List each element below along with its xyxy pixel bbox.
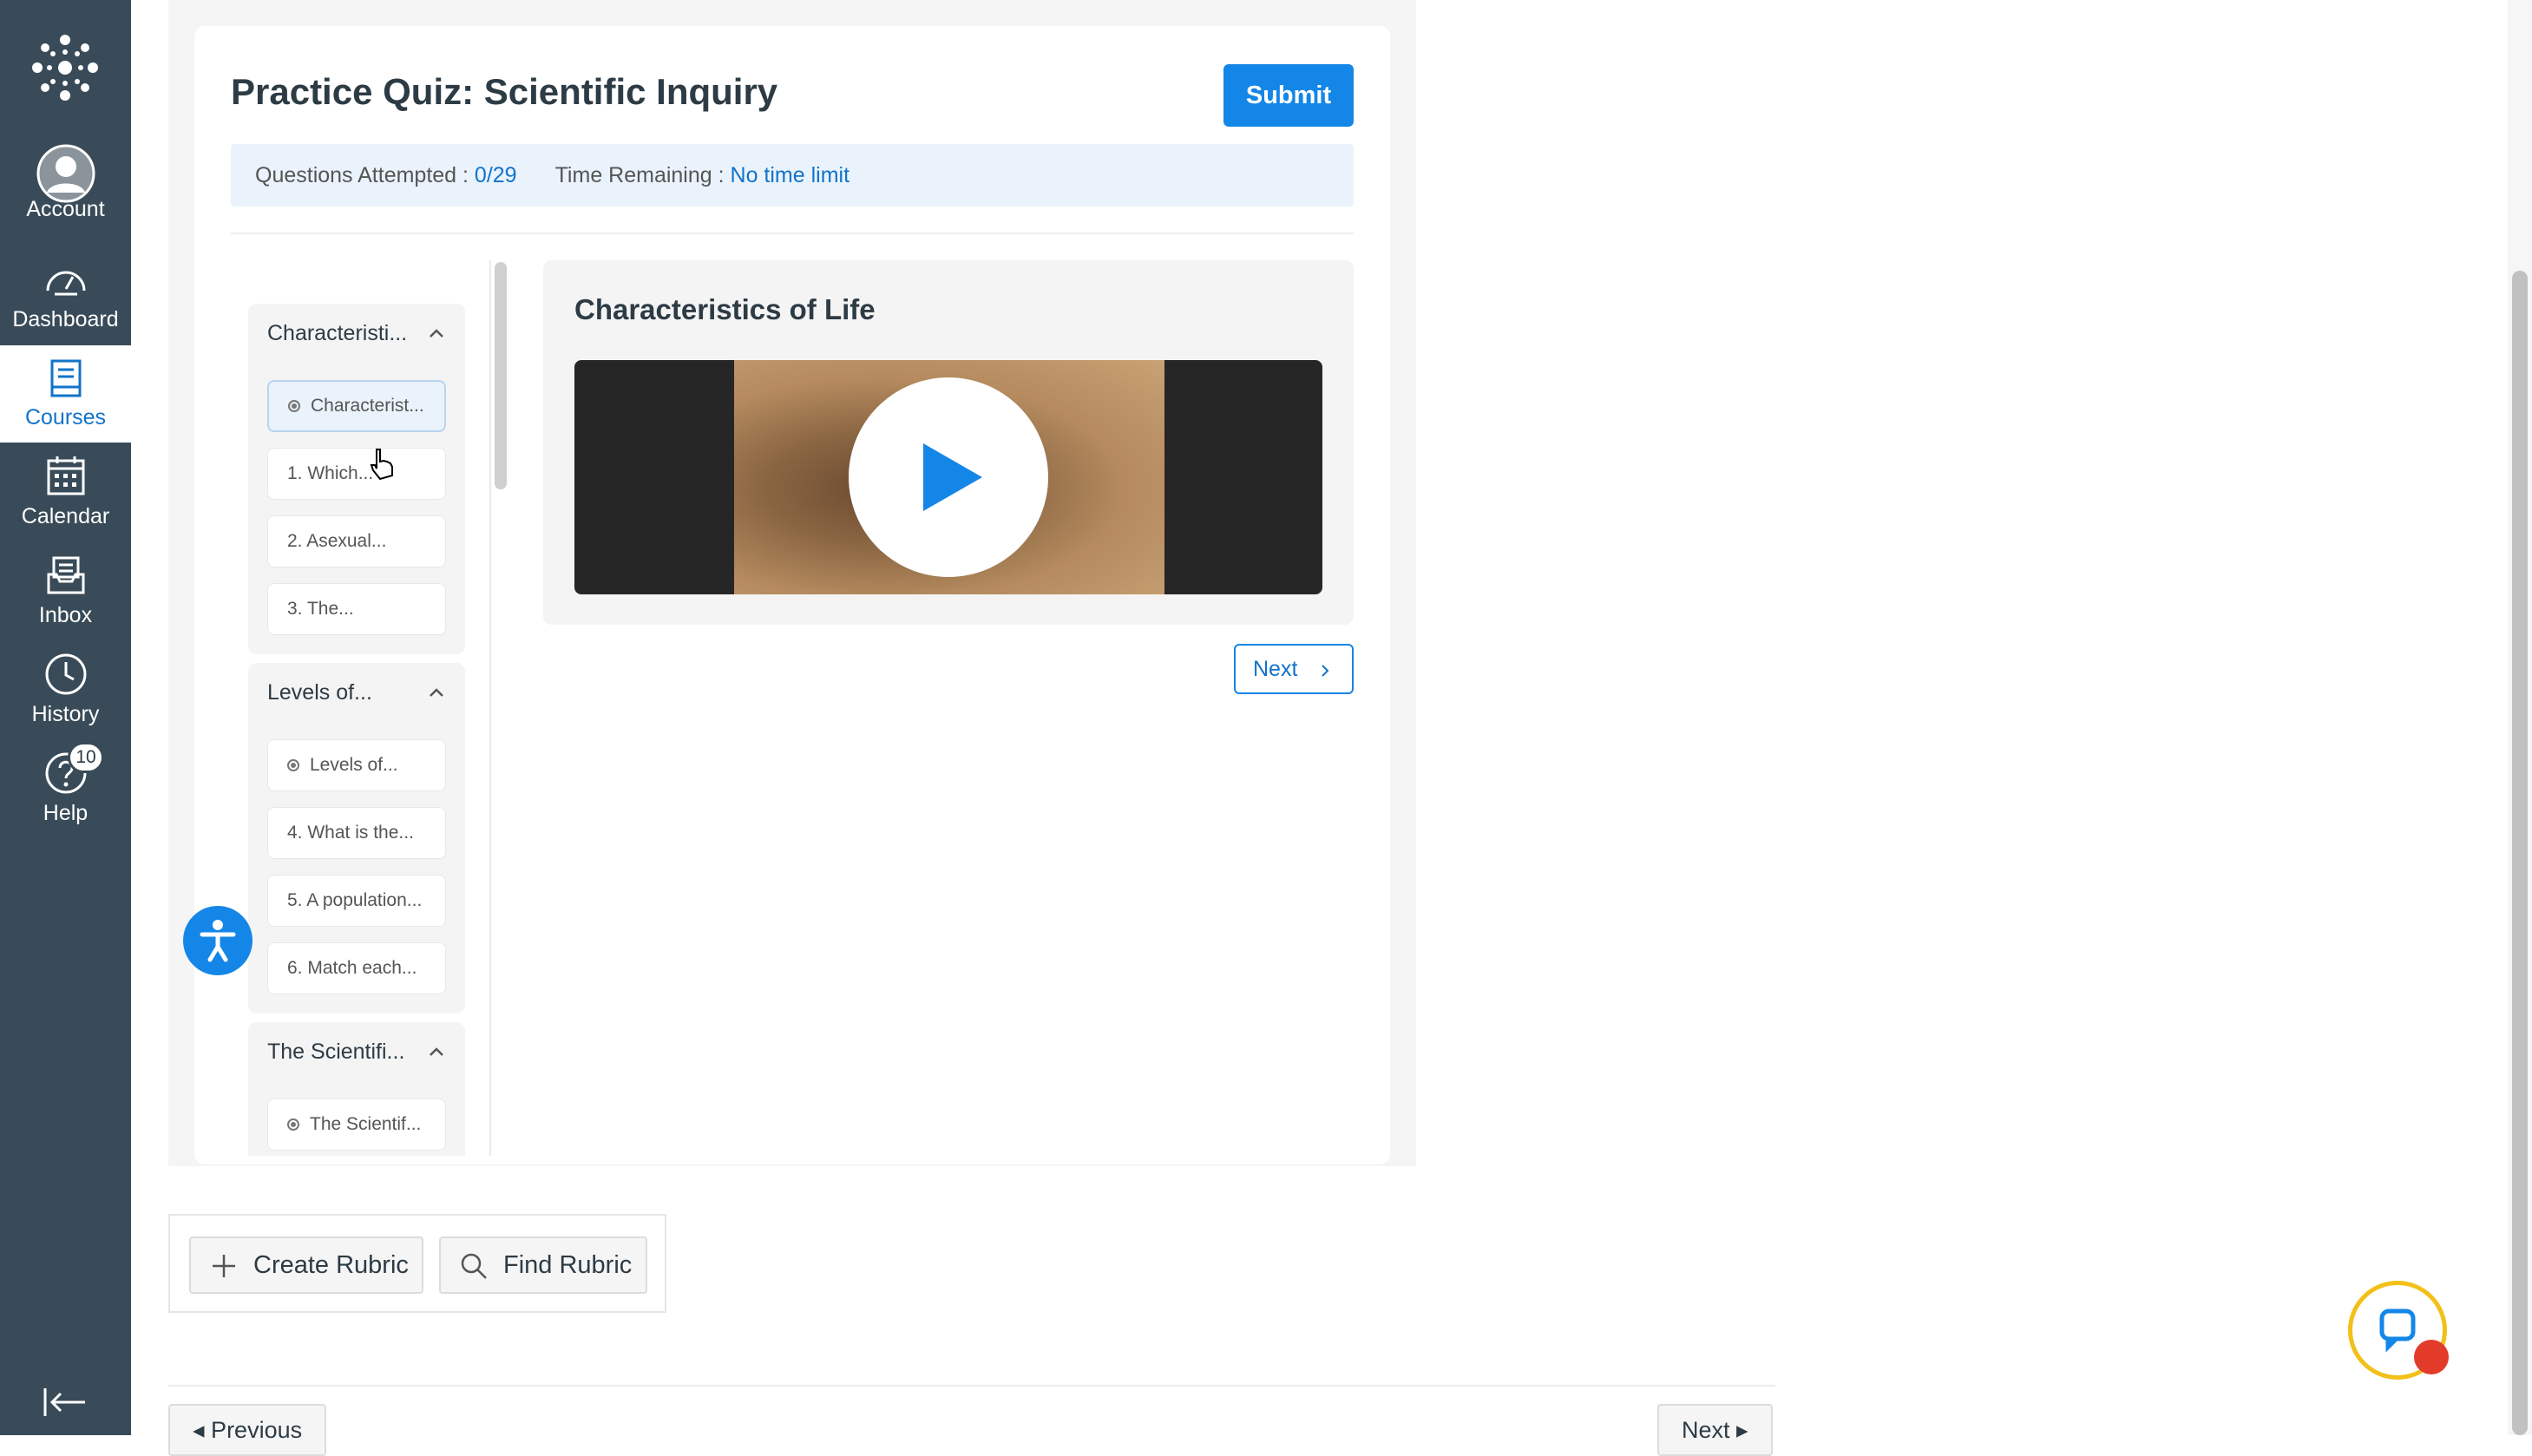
submit-button[interactable]: Submit [1223, 64, 1354, 127]
nav-item-label: Inbox [38, 603, 93, 627]
outline-item[interactable]: 1. Which... [267, 448, 446, 500]
courses-icon [50, 359, 81, 397]
chevron-up-icon[interactable] [429, 1046, 444, 1057]
section-title[interactable]: Characteristi... [267, 321, 407, 346]
quiz-status-bar: Questions Attempted : 0/29 Time Remaining… [231, 144, 1354, 207]
nav-item-history[interactable]: History [0, 642, 131, 739]
nav-item-label: Account [26, 197, 105, 221]
create-rubric-button[interactable]: Create Rubric [189, 1236, 423, 1294]
outline-item[interactable]: 5. A population... [267, 875, 446, 927]
outline-item[interactable]: Characterist... [267, 380, 446, 432]
page-scrollbar[interactable] [2512, 271, 2528, 1435]
attempted-label: Questions Attempted : [255, 163, 475, 187]
video-player[interactable] [574, 360, 1322, 594]
inbox-icon [47, 556, 84, 594]
plus-icon [213, 1255, 235, 1277]
previous-module-button[interactable]: ◂ Previous [168, 1404, 327, 1456]
quiz-title: Practice Quiz: Scientific Inquiry [231, 71, 778, 112]
outline-section: Characteristi... Characterist... 1. Whic… [248, 304, 465, 654]
radio-dot-icon [288, 400, 300, 412]
time-remaining-label: Time Remaining : [554, 163, 731, 187]
global-navigation: Account Dashboard Courses Calendar Inbox… [0, 0, 131, 1435]
play-button[interactable] [849, 377, 1048, 577]
nav-item-courses[interactable]: Courses [0, 345, 131, 443]
nav-item-label: Calendar [21, 504, 110, 528]
outline-section: The Scientifi... The Scientif... [248, 1022, 465, 1156]
accessibility-button[interactable] [183, 906, 253, 975]
section-title[interactable]: The Scientifi... [267, 1040, 404, 1065]
nav-item-label: Help [43, 801, 89, 825]
chevron-up-icon[interactable] [429, 687, 444, 698]
chat-notification-dot [2414, 1340, 2449, 1374]
outline-item[interactable]: 2. Asexual... [267, 515, 446, 567]
next-module-button[interactable]: Next ▸ [1657, 1404, 1773, 1456]
time-remaining-value: No time limit [730, 163, 850, 187]
nav-item-dashboard[interactable]: Dashboard [0, 247, 131, 344]
outline-item[interactable]: 4. What is the... [267, 807, 446, 859]
accessibility-icon [200, 920, 236, 962]
canvas-logo-icon[interactable] [29, 33, 102, 102]
outline-scroll-track [489, 260, 491, 1156]
outline-item[interactable]: The Scientif... [267, 1099, 446, 1151]
nav-item-account[interactable]: Account [0, 137, 131, 234]
chevron-up-icon[interactable] [429, 328, 444, 338]
calendar-icon [47, 456, 84, 495]
hand-cursor-icon [370, 449, 393, 481]
attempted-value: 0/29 [474, 163, 517, 187]
find-rubric-button[interactable]: Find Rubric [439, 1236, 647, 1294]
nav-item-help[interactable]: Help [0, 741, 131, 838]
radio-dot-icon [287, 1118, 299, 1131]
collapse-nav-icon[interactable] [42, 1385, 90, 1420]
nav-item-label: Courses [24, 405, 107, 430]
search-icon [461, 1253, 487, 1279]
account-icon [36, 144, 95, 203]
nav-item-calendar[interactable]: Calendar [0, 444, 131, 541]
outline-item[interactable]: 3. The... [267, 583, 446, 635]
outline-scrollbar[interactable] [495, 262, 507, 489]
outline-item[interactable]: Levels of... [267, 739, 446, 791]
chevron-right-icon [1322, 665, 1329, 677]
quiz-card: Practice Quiz: Scientific Inquiry Submit… [194, 26, 1390, 1164]
outline-section: Levels of... Levels of... 4. What is the… [248, 663, 465, 1013]
content-panel: Characteristics of Life [543, 260, 1354, 625]
section-title[interactable]: Levels of... [267, 680, 372, 705]
rubric-controls: Create Rubric Find Rubric [168, 1214, 666, 1313]
radio-dot-icon [287, 759, 299, 771]
dashboard-icon [46, 271, 85, 296]
next-question-button[interactable]: Next [1234, 644, 1354, 694]
divider [231, 233, 1354, 234]
footer-divider [168, 1385, 1775, 1387]
outline-item[interactable]: 6. Match each... [267, 942, 446, 994]
history-icon [45, 653, 86, 695]
question-outline: Characteristi... Characterist... 1. Whic… [248, 278, 465, 1156]
nav-item-inbox[interactable]: Inbox [0, 543, 131, 640]
nav-item-label: History [31, 702, 100, 726]
play-icon [923, 443, 982, 511]
help-badge: 10 [68, 742, 104, 773]
panel-title: Characteristics of Life [574, 293, 876, 325]
nav-item-label: Dashboard [12, 307, 119, 331]
